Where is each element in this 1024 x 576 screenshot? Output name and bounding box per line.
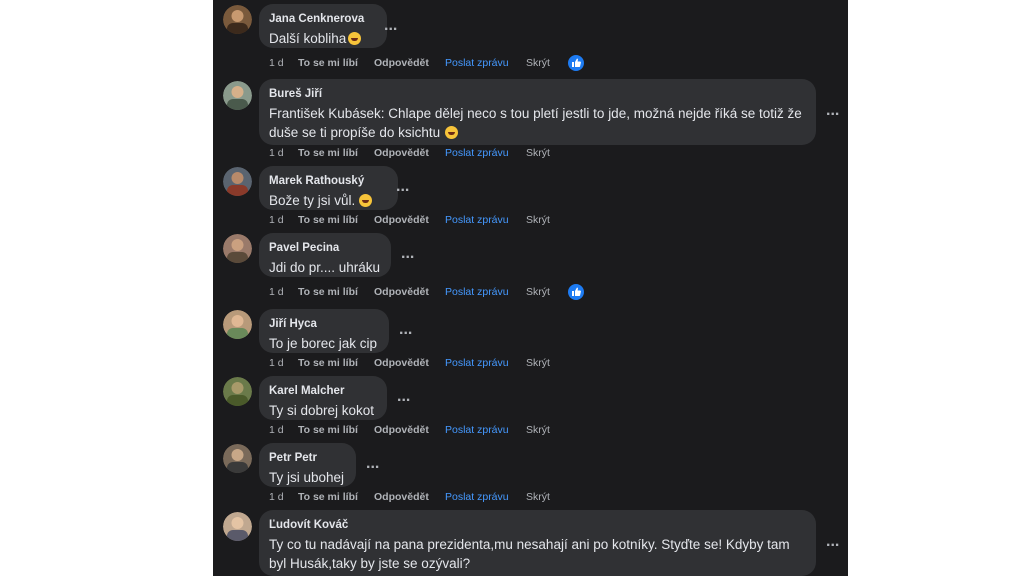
hide-button[interactable]: Skrýt: [526, 56, 550, 70]
avatar[interactable]: [223, 310, 252, 339]
like-button[interactable]: To se mi líbí: [298, 213, 358, 227]
comment-text: František Kubásek: Chlape dělej neco s t…: [269, 106, 802, 121]
grinning-sweat-emoji-icon: [348, 32, 362, 45]
reply-button[interactable]: Odpovědět: [374, 213, 429, 227]
like-button[interactable]: To se mi líbí: [298, 285, 358, 299]
like-reaction-icon[interactable]: [568, 55, 584, 71]
more-options-icon[interactable]: ...: [396, 179, 409, 195]
comment-author[interactable]: Bureš Jiří: [269, 87, 805, 101]
comment-author[interactable]: Petr Petr: [269, 451, 345, 465]
hide-button[interactable]: Skrýt: [526, 356, 550, 370]
comment-author[interactable]: Jana Cenknerova: [269, 12, 376, 26]
hide-button[interactable]: Skrýt: [526, 213, 550, 227]
comment-bubble: Bureš Jiří František Kubásek: Chlape děl…: [259, 79, 816, 145]
send-message-button[interactable]: Poslat zprávu: [445, 146, 509, 160]
comment-bubble: Marek Rathouský Bože ty jsi vůl.: [259, 166, 398, 210]
comment-bubble: Ľudovít Kováč Ty co tu nadávají na pana …: [259, 510, 816, 576]
like-button[interactable]: To se mi líbí: [298, 490, 358, 504]
grinning-sweat-emoji-icon: [445, 126, 459, 139]
more-options-icon[interactable]: ...: [397, 389, 410, 405]
comment-text: Bože ty jsi vůl.: [269, 191, 387, 210]
send-message-button[interactable]: Poslat zprávu: [445, 56, 509, 70]
avatar[interactable]: [223, 5, 252, 34]
comment-author[interactable]: Ľudovít Kováč: [269, 518, 805, 532]
reply-button[interactable]: Odpovědět: [374, 56, 429, 70]
comment-bubble: Jiří Hyca To je borec jak cip: [259, 309, 389, 353]
more-options-icon[interactable]: ...: [384, 18, 397, 34]
hide-button[interactable]: Skrýt: [526, 285, 550, 299]
hide-button[interactable]: Skrýt: [526, 146, 550, 160]
comment-bubble: Jana Cenknerova Další kobliha: [259, 4, 387, 48]
send-message-button[interactable]: Poslat zprávu: [445, 213, 509, 227]
comment-author[interactable]: Pavel Pecina: [269, 241, 380, 255]
hide-button[interactable]: Skrýt: [526, 490, 550, 504]
avatar[interactable]: [223, 234, 252, 263]
avatar[interactable]: [223, 377, 252, 406]
comment-text: Ty jsi ubohej: [269, 470, 345, 485]
more-options-icon[interactable]: ...: [826, 103, 839, 119]
comment-timestamp[interactable]: 1 d: [269, 213, 284, 227]
send-message-button[interactable]: Poslat zprávu: [445, 490, 509, 504]
comment-author[interactable]: Karel Malcher: [269, 384, 376, 398]
comment-timestamp[interactable]: 1 d: [269, 356, 284, 370]
comment-text: Ty co tu nadávají na pana prezidenta,mu …: [269, 537, 790, 552]
more-options-icon[interactable]: ...: [401, 246, 414, 262]
like-button[interactable]: To se mi líbí: [298, 356, 358, 370]
hide-button[interactable]: Skrýt: [526, 423, 550, 437]
comment-text: duše se ti propíše do ksichtu: [269, 123, 805, 142]
like-button[interactable]: To se mi líbí: [298, 56, 358, 70]
avatar[interactable]: [223, 167, 252, 196]
comment-bubble: Pavel Pecina Jdi do pr.... uhráku: [259, 233, 391, 277]
comment-text: Další kobliha: [269, 29, 376, 48]
reply-button[interactable]: Odpovědět: [374, 285, 429, 299]
comment-text: Jdi do pr.... uhráku: [269, 260, 381, 275]
comment-timestamp[interactable]: 1 d: [269, 490, 284, 504]
like-reaction-icon[interactable]: [568, 284, 584, 300]
comment-author[interactable]: Marek Rathouský: [269, 174, 387, 188]
comment-timestamp[interactable]: 1 d: [269, 56, 284, 70]
avatar[interactable]: [223, 81, 252, 110]
comment-timestamp[interactable]: 1 d: [269, 146, 284, 160]
comment-timestamp[interactable]: 1 d: [269, 285, 284, 299]
comments-panel: Jana Cenknerova Další kobliha ... 1 d To…: [213, 0, 848, 576]
send-message-button[interactable]: Poslat zprávu: [445, 285, 509, 299]
avatar[interactable]: [223, 512, 252, 541]
comment-author[interactable]: Jiří Hyca: [269, 317, 378, 331]
comment-text: To je borec jak cip: [269, 336, 378, 351]
comment-text: Ty si dobrej kokot: [269, 403, 375, 418]
reply-button[interactable]: Odpovědět: [374, 423, 429, 437]
more-options-icon[interactable]: ...: [366, 456, 379, 472]
avatar[interactable]: [223, 444, 252, 473]
like-button[interactable]: To se mi líbí: [298, 146, 358, 160]
like-button[interactable]: To se mi líbí: [298, 423, 358, 437]
send-message-button[interactable]: Poslat zprávu: [445, 356, 509, 370]
reply-button[interactable]: Odpovědět: [374, 356, 429, 370]
comment-timestamp[interactable]: 1 d: [269, 423, 284, 437]
reply-button[interactable]: Odpovědět: [374, 490, 429, 504]
tongue-wink-emoji-icon: [359, 194, 373, 207]
more-options-icon[interactable]: ...: [399, 322, 412, 338]
comment-bubble: Petr Petr Ty jsi ubohej: [259, 443, 356, 487]
more-options-icon[interactable]: ...: [826, 534, 839, 550]
comment-text: byl Husák,taky by jste se ozývali?: [269, 556, 471, 571]
comment-bubble: Karel Malcher Ty si dobrej kokot: [259, 376, 387, 420]
send-message-button[interactable]: Poslat zprávu: [445, 423, 509, 437]
reply-button[interactable]: Odpovědět: [374, 146, 429, 160]
